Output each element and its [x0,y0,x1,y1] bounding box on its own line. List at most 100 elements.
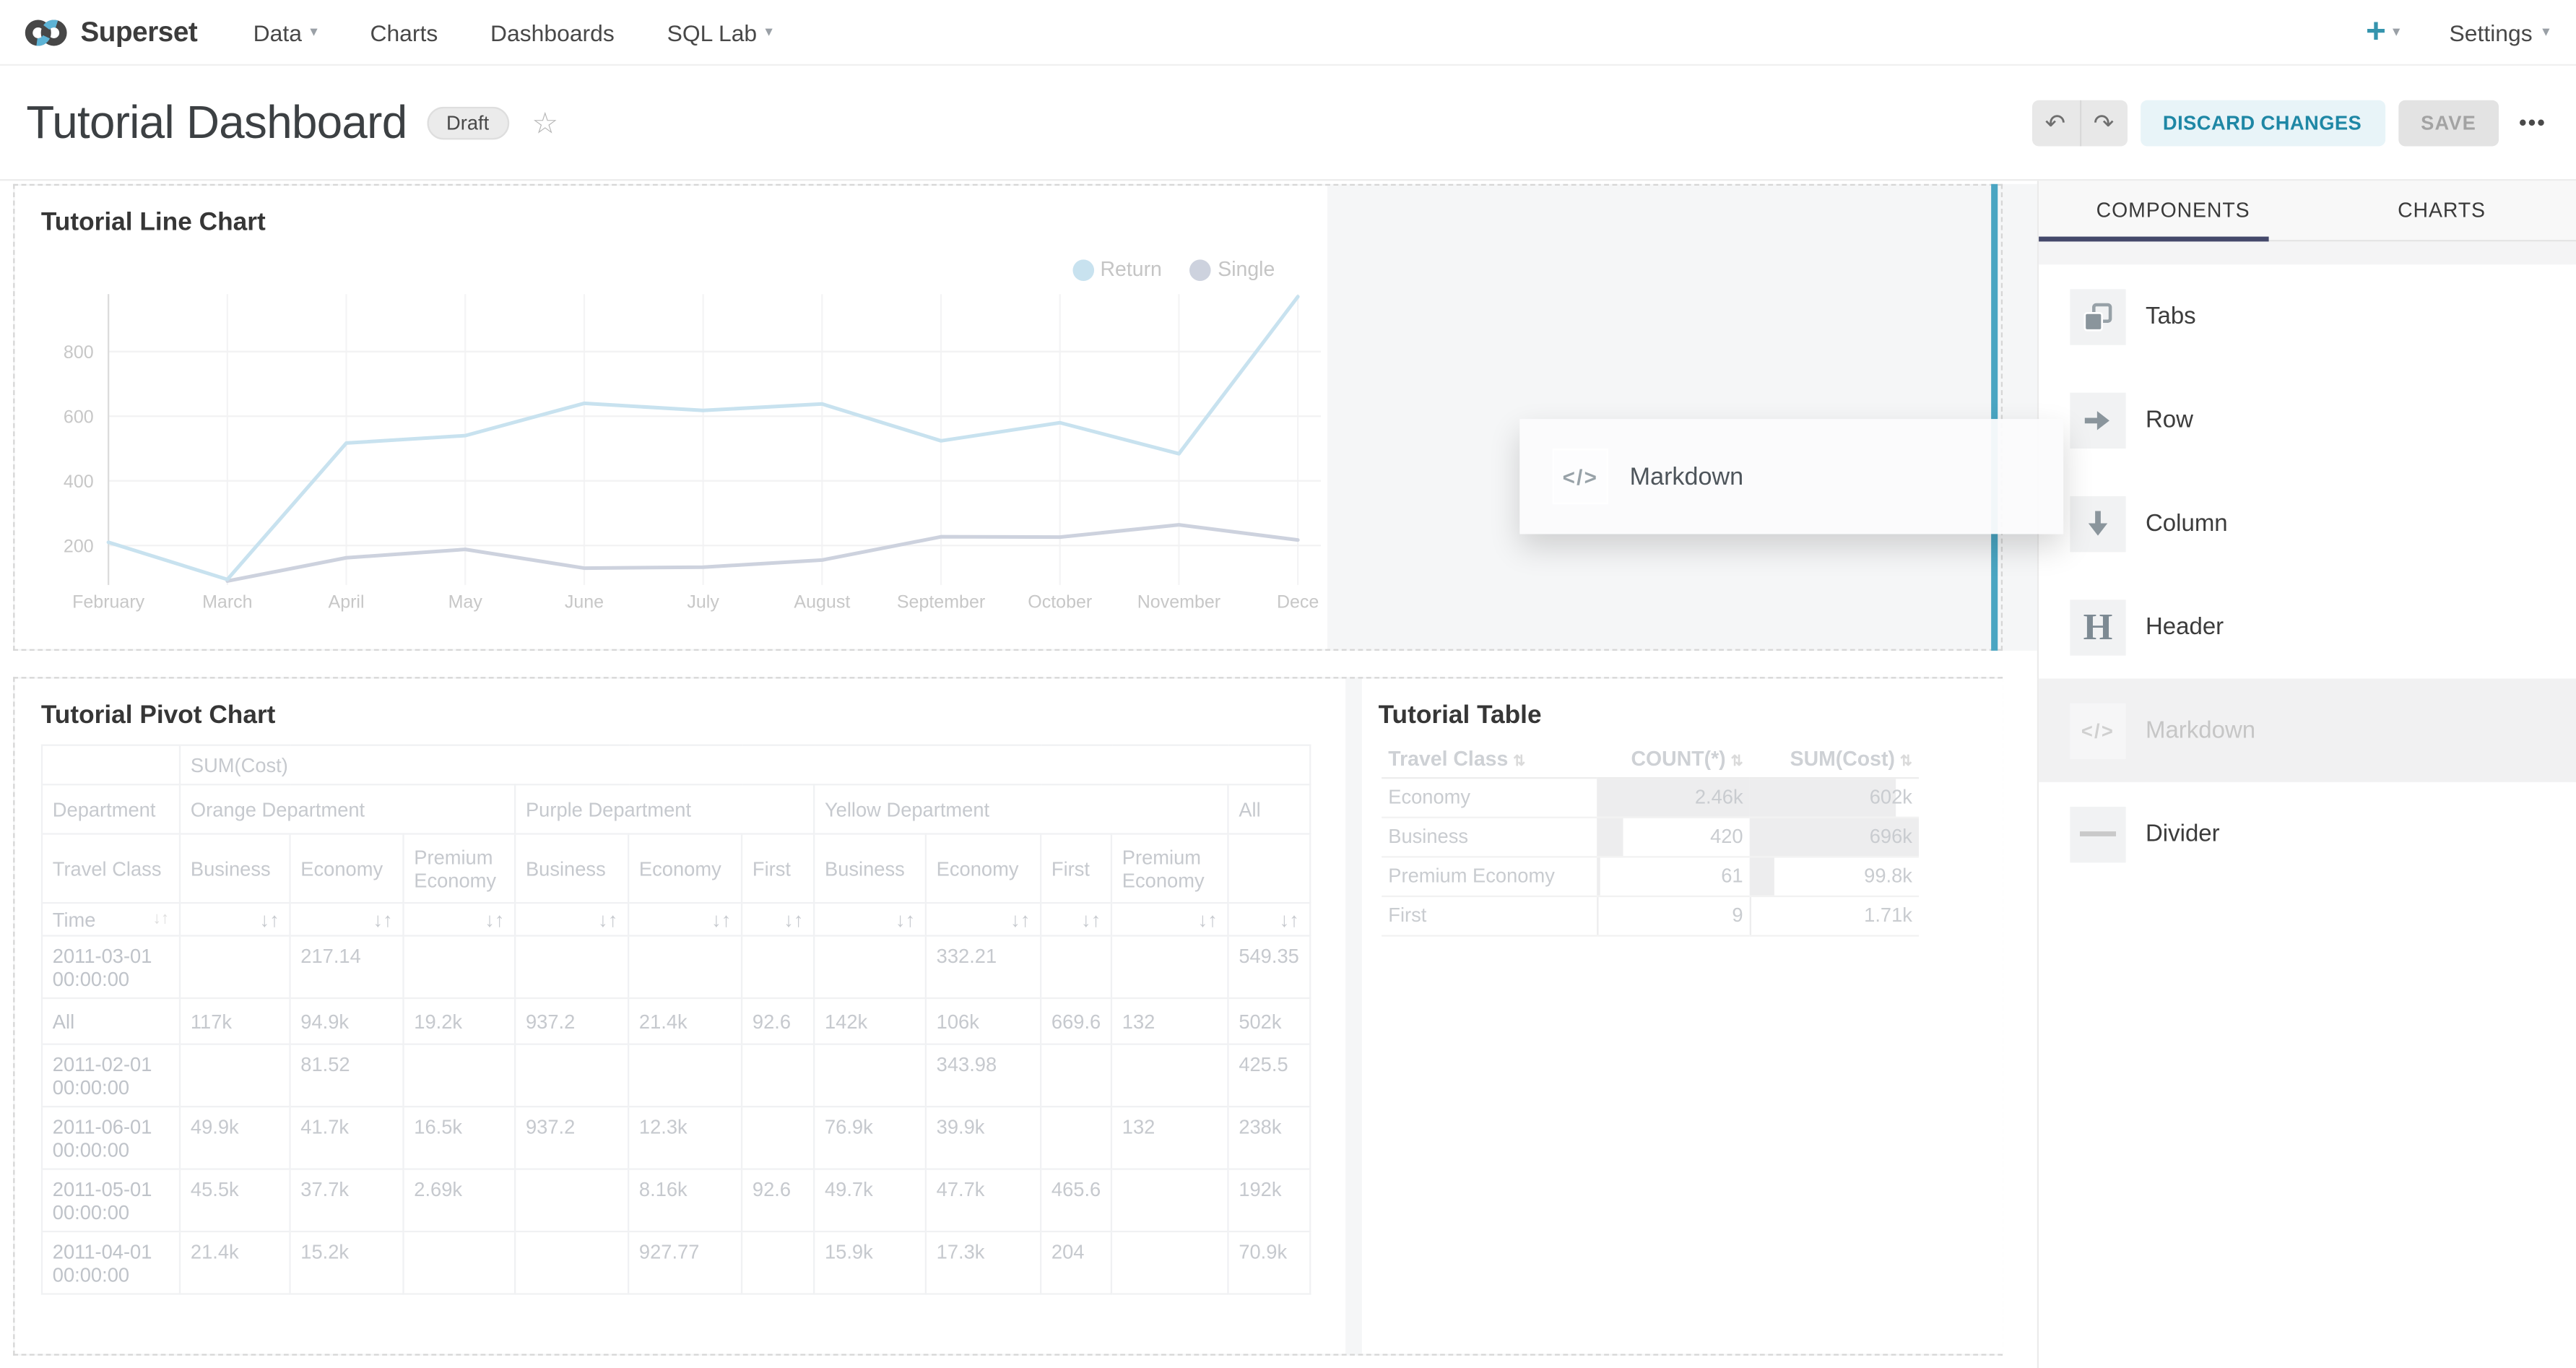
builder-panel: COMPONENTS CHARTS Tabs [2037,181,2576,1368]
pivot-value-cell [628,936,742,998]
new-item-button[interactable]: + ▾ [2366,14,2400,49]
discard-changes-button[interactable]: DISCARD CHANGES [2140,100,2385,146]
sort-icon: ↓↑ [1197,908,1217,931]
dashboard-row-2[interactable]: Tutorial Pivot Chart SUM(Cost)Department… [13,677,2003,1356]
pivot-value-cell: 37.7k [290,1169,404,1231]
travel-class-cell: First [1382,896,1597,935]
tab-components[interactable]: COMPONENTS [2039,181,2307,240]
pivot-value-cell: 16.5k [403,1107,515,1169]
pivot-sort-cell[interactable]: ↓↑ [290,903,404,935]
table-row: Economy2.46k602k [1382,777,1919,817]
pivot-value-cell: 502k [1228,998,1310,1044]
pivot-value-cell: 132 [1111,1107,1228,1169]
pivot-sort-cell[interactable]: ↓↑ [1111,903,1228,935]
dashboard-row-1[interactable]: Tutorial Line Chart Return Single 200400… [13,184,2003,651]
pivot-sort-cell[interactable]: ↓↑ [628,903,742,935]
pivot-department-group: Orange Department [180,784,515,834]
tabs-icon [2070,288,2125,344]
pivot-value-cell: 192k [1228,1169,1310,1231]
pivot-department-label: Department [42,784,180,834]
save-button[interactable]: SAVE [2398,100,2499,146]
pivot-value-cell [180,936,290,998]
line-chart-card[interactable]: Tutorial Line Chart Return Single 200400… [14,186,1327,649]
top-navbar: Superset Data▾ Charts Dashboards SQL Lab… [0,0,2576,66]
x-tick-label: April [329,592,365,612]
undo-button[interactable]: ↶ [2031,100,2079,146]
pivot-sort-cell[interactable]: ↓↑ [1041,903,1111,935]
undo-redo-group: ↶ ↷ [2031,100,2127,146]
pivot-sort-cell[interactable]: ↓↑ [1228,903,1310,935]
brand-name: Superset [80,16,197,48]
favorite-star-icon[interactable]: ☆ [532,108,558,137]
x-tick-label: May [448,592,483,612]
pivot-value-cell: 142k [814,998,926,1044]
pivot-value-cell [742,936,814,998]
pivot-sort-cell[interactable]: ↓↑ [515,903,628,935]
more-options-icon[interactable]: ••• [2519,110,2546,134]
pivot-value-cell: 238k [1228,1107,1310,1169]
superset-logo[interactable]: Superset [0,7,227,56]
cell-bar [1750,896,1751,934]
pivot-sort-cell[interactable]: ↓↑ [926,903,1041,935]
sort-icon: ⇅ [1730,752,1743,769]
component-item-tabs[interactable]: Tabs [2039,264,2576,368]
pivot-class-label: Travel Class [42,834,180,903]
pivot-sort-cell[interactable]: ↓↑ [742,903,814,935]
table-chart-card[interactable]: Tutorial Table Travel Class⇅COUNT(*)⇅SUM… [1362,679,2003,1354]
sort-icon: ↓↑ [1081,908,1101,931]
ghost-label: Markdown [1630,462,1743,490]
component-item-header[interactable]: H Header [2039,575,2576,678]
column-header-sum-cost-[interactable]: SUM(Cost)⇅ [1750,741,1919,777]
tab-charts[interactable]: CHARTS [2307,181,2576,240]
column-header-count-[interactable]: COUNT(*)⇅ [1597,741,1750,777]
nav-item-charts[interactable]: Charts [370,19,438,45]
redo-button[interactable]: ↷ [2079,100,2127,146]
sort-icon: ↓↑ [1280,908,1299,931]
pivot-class-cell: First [1041,834,1111,903]
pivot-time-label[interactable]: Time↓↑ [42,903,180,935]
pivot-row-label: 2011-04-01 00:00:00 [42,1231,180,1294]
settings-menu[interactable]: Settings▾ [2450,19,2550,45]
pivot-value-cell: 937.2 [515,998,628,1044]
pivot-class-cell: Business [814,834,926,903]
component-item-row[interactable]: Row [2039,368,2576,472]
component-item-divider[interactable]: Divider [2039,782,2576,886]
pivot-value-cell: 2.69k [403,1169,515,1231]
sort-icon: ↓↑ [373,908,392,931]
y-tick-label: 200 [64,536,94,556]
pivot-sort-cell[interactable]: ↓↑ [403,903,515,935]
pivot-sort-cell[interactable]: ↓↑ [814,903,926,935]
sort-icon: ↓↑ [259,908,279,931]
pivot-value-cell: 465.6 [1041,1169,1111,1231]
count-cell: 9 [1597,896,1750,935]
cell-bar [1750,857,1774,894]
sort-icon: ↓↑ [895,908,915,931]
page-title[interactable]: Tutorial Dashboard [26,96,407,149]
nav-item-dashboards[interactable]: Dashboards [490,19,615,45]
x-tick-label: July [687,592,719,612]
pivot-value-cell [515,1169,628,1231]
superset-app: Superset Data▾ Charts Dashboards SQL Lab… [0,0,2576,1368]
pivot-value-cell: 204 [1041,1231,1111,1294]
navbar-right: + ▾ Settings▾ [2366,14,2576,49]
column-header-travel-class[interactable]: Travel Class⇅ [1382,741,1597,777]
component-item-column[interactable]: Column [2039,472,2576,575]
pivot-value-cell: 45.5k [180,1169,290,1231]
pivot-value-cell: 39.9k [926,1107,1041,1169]
pivot-sort-cell[interactable]: ↓↑ [180,903,290,935]
pivot-value-cell [1111,1231,1228,1294]
pivot-class-cell: Premium Economy [1111,834,1228,903]
pivot-value-cell: 669.6 [1041,998,1111,1044]
travel-class-cell: Business [1382,817,1597,857]
nav-item-sql-lab[interactable]: SQL Lab▾ [667,19,773,45]
nav-item-data[interactable]: Data▾ [253,19,318,45]
pivot-chart-card[interactable]: Tutorial Pivot Chart SUM(Cost)Department… [14,679,1345,1354]
pivot-row-label: 2011-02-01 00:00:00 [42,1044,180,1107]
component-item-markdown[interactable]: </> Markdown [2039,679,2576,782]
tutorial-table: Travel Class⇅COUNT(*)⇅SUM(Cost)⇅Economy2… [1382,741,1919,936]
pivot-value-cell [628,1044,742,1107]
pivot-value-cell: 70.9k [1228,1231,1310,1294]
sort-icon: ⇅ [1900,752,1912,769]
markdown-drag-ghost[interactable]: </> Markdown [1519,419,2063,534]
pivot-value-cell [403,936,515,998]
